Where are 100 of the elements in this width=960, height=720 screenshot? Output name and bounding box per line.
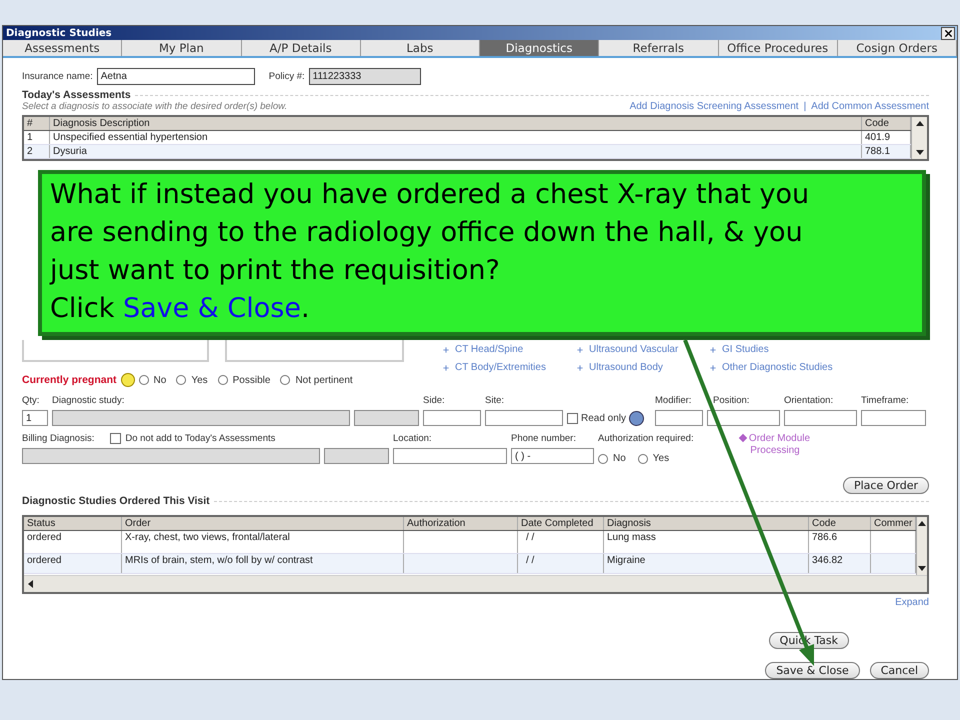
- link[interactable]: Add Common Assessment: [811, 101, 929, 112]
- field-label: Phone number:: [511, 433, 577, 444]
- callout-instruction: Click Save & Close.: [50, 292, 311, 326]
- tab[interactable]: Diagnostics: [480, 40, 600, 56]
- order-module-link[interactable]: Order Module Processing: [720, 433, 830, 457]
- timeframe-field[interactable]: [861, 410, 926, 426]
- dialog-button[interactable]: Save & Close: [765, 662, 860, 679]
- study-link[interactable]: Other Diagnostic Studies: [709, 362, 929, 373]
- field-label: Insurance name:: [22, 71, 93, 82]
- plus-icon: [442, 364, 450, 372]
- tab[interactable]: A/P Details: [242, 40, 361, 56]
- site-field[interactable]: [485, 410, 563, 426]
- scroll-down-icon[interactable]: [916, 150, 924, 155]
- pregnancy-label: Currently pregnant: [22, 374, 117, 386]
- side-field[interactable]: [423, 410, 481, 426]
- radio-button[interactable]: [598, 454, 608, 464]
- expand-link[interactable]: Expand: [895, 597, 929, 608]
- info-icon[interactable]: [629, 411, 644, 426]
- study-code-field[interactable]: [354, 410, 419, 426]
- field-label: Authorization required:: [598, 433, 695, 444]
- section-heading: Today's Assessments: [22, 89, 131, 101]
- plus-icon: [576, 346, 584, 354]
- column-header: Status: [24, 517, 122, 530]
- horizontal-scrollbar[interactable]: [24, 575, 927, 592]
- field-label: Location:: [393, 433, 433, 444]
- plus-icon: [442, 346, 450, 354]
- plus-icon: [576, 364, 584, 372]
- table-cell: / /: [518, 531, 604, 553]
- radio-label: Yes: [652, 453, 670, 464]
- location-field[interactable]: [393, 448, 507, 464]
- checkbox[interactable]: [567, 413, 578, 424]
- callout-text: What if instead you have ordered a chest X-ray that you are sending to the radiology office down the hall, & you just want to print the requisition?: [50, 178, 810, 288]
- column-header: Date Completed: [518, 517, 604, 530]
- tab[interactable]: Office Procedures: [718, 40, 838, 56]
- table-cell: Migraine: [604, 554, 809, 573]
- tab[interactable]: Assessments: [3, 40, 122, 56]
- study-link[interactable]: Ultrasound Vascular: [576, 344, 709, 355]
- column-header: #: [24, 117, 50, 130]
- section-heading: Diagnostic Studies Ordered This Visit: [22, 495, 210, 507]
- insurance-name-field[interactable]: Aetna: [96, 68, 255, 85]
- scroll-left-icon[interactable]: [28, 580, 33, 588]
- hint-text: Select a diagnosis to associate with the desired order(s) below.: [22, 101, 288, 112]
- study-link[interactable]: GI Studies: [709, 344, 929, 355]
- orientation-field[interactable]: [784, 410, 857, 426]
- column-header: Authorization: [404, 517, 518, 530]
- column-header: Code: [809, 517, 871, 530]
- column-header: Order: [122, 517, 404, 530]
- billing-diagnosis-field[interactable]: [22, 448, 320, 464]
- tab[interactable]: Referrals: [599, 40, 718, 56]
- modifier-field[interactable]: [655, 410, 703, 426]
- close-button[interactable]: [941, 26, 955, 40]
- scroll-up-icon[interactable]: [918, 521, 926, 526]
- dialog-button[interactable]: Cancel: [870, 662, 929, 679]
- study-link[interactable]: CT Head/Spine: [442, 344, 576, 355]
- field-label: Modifier:: [655, 395, 692, 406]
- radio-button[interactable]: [280, 375, 290, 385]
- radio-button[interactable]: [218, 375, 228, 385]
- scrollbar[interactable]: [916, 517, 927, 575]
- column-header: Diagnosis: [604, 517, 809, 530]
- position-field[interactable]: [707, 410, 780, 426]
- radio-label: Yes: [191, 374, 208, 386]
- study-link[interactable]: Ultrasound Body: [576, 362, 709, 373]
- place-order-button[interactable]: Place Order: [842, 477, 929, 494]
- link-separator: |: [804, 101, 806, 112]
- scrollbar[interactable]: [911, 117, 927, 159]
- table-cell: MRIs of brain, stem, w/o foll by w/ contrast: [122, 554, 404, 573]
- phone-field[interactable]: ( ) -: [511, 448, 594, 464]
- column-header: Diagnosis Description: [50, 117, 862, 130]
- scroll-up-icon[interactable]: [916, 121, 924, 126]
- table-cell: Lung mass: [604, 531, 809, 553]
- checkbox[interactable]: [110, 433, 122, 444]
- radio-button[interactable]: [138, 375, 149, 385]
- field-label: Policy #:: [268, 71, 305, 82]
- tab[interactable]: Labs: [360, 40, 480, 56]
- tab[interactable]: My Plan: [122, 40, 242, 56]
- table-cell: ordered: [24, 554, 122, 573]
- radio-label: No: [154, 374, 166, 386]
- warning-icon: [120, 373, 135, 387]
- radio-button[interactable]: [176, 375, 186, 385]
- billing-code-field[interactable]: [324, 448, 389, 464]
- table-cell: X-ray, chest, two views, frontal/lateral: [122, 531, 404, 553]
- close-icon: [942, 28, 954, 39]
- plus-icon: [709, 364, 717, 372]
- tab[interactable]: Cosign Orders: [838, 40, 957, 56]
- table-cell: / /: [518, 554, 604, 573]
- field-label: Position:: [713, 395, 750, 406]
- link[interactable]: Add Diagnosis Screening Assessment: [630, 101, 799, 112]
- field-label: Side:: [423, 395, 446, 406]
- policy-number-field[interactable]: 111223333: [308, 68, 421, 85]
- radio-label: Possible: [232, 374, 270, 386]
- table-cell: 2: [24, 145, 50, 158]
- quantity-field[interactable]: 1: [22, 410, 48, 426]
- radio-button[interactable]: [638, 454, 648, 464]
- study-field[interactable]: [52, 410, 350, 426]
- radio-label: Not pertinent: [295, 374, 353, 386]
- field-label: Site:: [485, 395, 506, 406]
- field-label: Qty:: [22, 395, 40, 406]
- checkbox-label: Do not add to Today's Assessments: [125, 433, 276, 444]
- field-label: Orientation:: [784, 395, 834, 406]
- study-link[interactable]: CT Body/Extremities: [442, 362, 576, 373]
